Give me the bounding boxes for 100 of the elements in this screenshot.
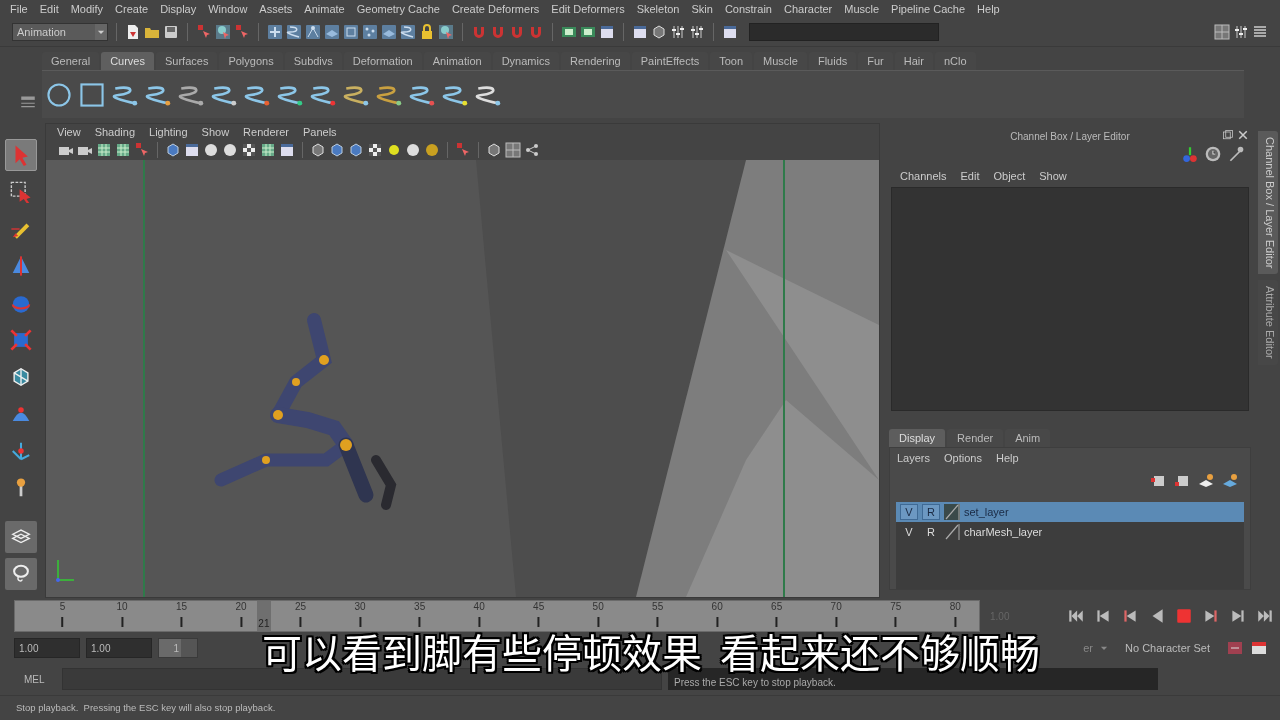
document-icon[interactable] [125,24,141,40]
share-icon[interactable] [524,142,540,158]
snap-plane-icon[interactable] [381,24,397,40]
cube-icon[interactable] [486,142,502,158]
list-icon[interactable] [1252,24,1268,40]
menu-item[interactable]: Create Deformers [445,3,546,15]
sliders-icon[interactable] [1233,24,1249,40]
menu-item[interactable]: Edit [33,3,65,15]
panel-menu[interactable]: Lighting [142,126,195,138]
render-icon[interactable] [580,24,596,40]
axis-colors-icon[interactable] [1181,145,1199,163]
command-language-label[interactable]: MEL [14,673,56,685]
snap-surface-icon[interactable] [343,24,359,40]
layout-button[interactable] [5,521,37,553]
panel-menu[interactable]: View [50,126,88,138]
playback-start-field[interactable]: 1.00 [86,638,152,658]
cursor-icon[interactable] [234,24,250,40]
sphere-icon[interactable] [203,142,219,158]
new-layer-icon[interactable] [1150,473,1166,489]
window-icon[interactable] [184,142,200,158]
light-icon[interactable] [386,142,402,158]
side-tab[interactable]: Channel Box / Layer Editor [1258,131,1278,275]
shelf-tab[interactable]: Curves [101,52,154,70]
previous-key-icon[interactable] [1121,607,1139,625]
panel-menu[interactable]: Layers [890,452,938,464]
next-key-icon[interactable] [1202,607,1220,625]
layer-row[interactable]: V R set_layer [896,502,1244,522]
window-icon[interactable] [599,24,615,40]
cursor-icon[interactable] [438,24,454,40]
panel-menu[interactable]: Renderer [236,126,296,138]
float-window-icon[interactable] [1222,129,1234,141]
lock-icon[interactable] [419,24,435,40]
step-forward-icon[interactable] [1229,607,1247,625]
render-toggle[interactable]: R [922,504,940,520]
current-frame-marker[interactable]: 21 [256,601,271,631]
checker-icon[interactable] [367,142,383,158]
sphere-icon[interactable] [405,142,421,158]
sliders-icon[interactable] [689,24,705,40]
sphere-icon[interactable] [222,142,238,158]
menu-item[interactable]: Create [109,3,155,15]
points-icon[interactable] [362,24,378,40]
step-back-icon[interactable] [1094,607,1112,625]
visibility-toggle[interactable]: V [900,524,918,540]
menu-item[interactable]: Geometry Cache [350,3,446,15]
menu-item[interactable]: Character [777,3,839,15]
layer-color-icon[interactable] [944,524,960,540]
panel-menu[interactable]: Shading [87,126,143,138]
checker-icon[interactable] [241,142,257,158]
preferences-icon[interactable] [1250,640,1268,656]
cursor-icon[interactable] [455,142,471,158]
grid-icon[interactable] [260,142,276,158]
pin-tool-icon[interactable] [1227,145,1245,163]
go-to-end-icon[interactable] [1256,607,1274,625]
window-icon[interactable] [279,142,295,158]
snap-plane-icon[interactable] [324,24,340,40]
start-time-field[interactable]: 1.00 [14,638,80,658]
snap-point-icon[interactable] [305,24,321,40]
layout-button[interactable] [5,558,37,590]
layer-row[interactable]: V R charMesh_layer [896,522,1244,542]
circle-icon[interactable] [46,81,72,108]
render-toggle[interactable]: R [922,524,940,540]
panel-menu[interactable]: Object [986,170,1033,182]
layer-color-icon[interactable] [944,504,960,520]
sliders-icon[interactable] [670,24,686,40]
layer-light-icon[interactable] [1222,473,1238,489]
menu-item[interactable]: Modify [64,3,110,15]
close-icon[interactable] [1237,129,1249,141]
layer-editor-tab[interactable]: Render [947,429,1004,447]
save-icon[interactable] [163,24,179,40]
cube-icon[interactable] [165,142,181,158]
square-icon[interactable] [79,81,105,108]
new-layer-icon[interactable] [1174,473,1190,489]
character-set-dropdown[interactable]: No Character Set [1115,642,1220,654]
menu-item[interactable]: File [4,3,34,15]
menu-item[interactable]: Assets [253,3,299,15]
sphere-icon[interactable] [424,142,440,158]
cube-icon[interactable] [348,142,364,158]
visibility-toggle[interactable]: V [900,504,918,520]
cursor-icon[interactable] [196,24,212,40]
panel-menu[interactable]: Show [194,126,237,138]
menu-item[interactable]: Animate [298,3,351,15]
menu-item[interactable]: Help [971,3,1006,15]
menu-item[interactable]: Muscle [838,3,886,15]
panel-menu[interactable]: Show [1032,170,1074,182]
cursor-icon[interactable] [134,142,150,158]
go-to-start-icon[interactable] [1067,607,1085,625]
cube-icon[interactable] [651,24,667,40]
cube-icon[interactable] [310,142,326,158]
layer-editor-tab[interactable]: Display [889,429,946,447]
mode-dropdown[interactable]: Animation [12,23,108,41]
time-slider[interactable]: 5 10 15 20 25 30 35 40 45 50 55 60 65 70 75 80 21 [14,600,980,632]
window-icon[interactable] [722,24,738,40]
menu-item[interactable]: Constrain [718,3,778,15]
input-field[interactable] [749,23,939,41]
panel-menu[interactable]: Edit [953,170,987,182]
layer-editor-tab[interactable]: Anim [1005,429,1051,447]
key-icon[interactable] [1226,640,1244,656]
render-icon[interactable] [561,24,577,40]
panel-menu[interactable]: Panels [295,126,344,138]
menu-item[interactable]: Window [202,3,254,15]
